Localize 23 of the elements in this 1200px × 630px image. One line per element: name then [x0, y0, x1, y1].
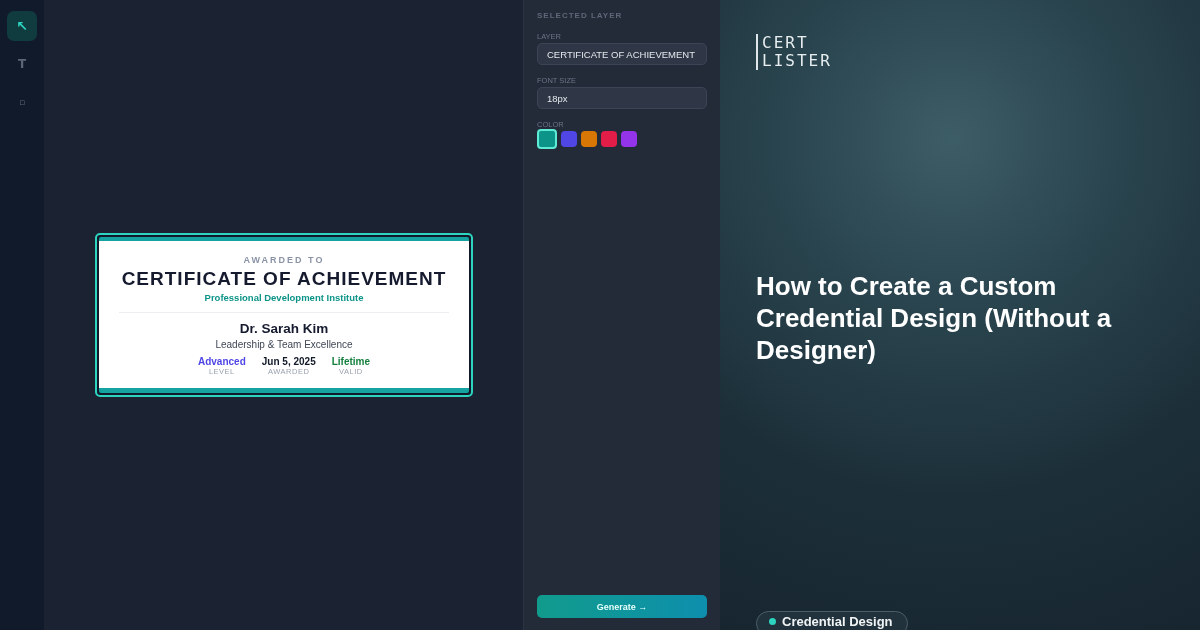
color-swatch[interactable] — [621, 131, 637, 147]
issuer-text: Professional Development Institute — [203, 292, 365, 303]
color-swatch[interactable] — [581, 131, 597, 147]
stat-value: Advanced — [197, 356, 246, 367]
recipient-name: Dr. Sarah Kim — [238, 321, 330, 336]
stat-value: Lifetime — [331, 356, 371, 367]
generate-button[interactable]: Generate → — [537, 595, 707, 618]
layer-field[interactable]: CERTIFICATE OF ACHIEVEMENT — [537, 43, 707, 65]
logo-text: CERT — [762, 34, 810, 52]
certificate-title: CERTIFICATE OF ACHIEVEMENT — [120, 268, 448, 290]
pointer-tool[interactable]: ↖ — [7, 11, 37, 41]
headline: How to Create a Custom Credential Design (Without a Designer) — [756, 270, 1113, 366]
logo-text: LISTER — [762, 52, 832, 70]
dot-icon — [769, 618, 776, 625]
color-swatch[interactable] — [561, 131, 577, 147]
stat-value: Jun 5, 2025 — [261, 356, 316, 367]
font-size-field[interactable]: 18px — [537, 87, 707, 109]
section-heading: SELECTED LAYER — [537, 11, 624, 20]
color-swatch[interactable] — [601, 131, 617, 147]
color-swatch[interactable] — [537, 129, 557, 149]
program-text: Leadership & Team Excellence — [214, 339, 354, 350]
tag-text: Credential Design — [782, 614, 893, 629]
eyebrow-text: AWARDED TO — [242, 255, 326, 265]
